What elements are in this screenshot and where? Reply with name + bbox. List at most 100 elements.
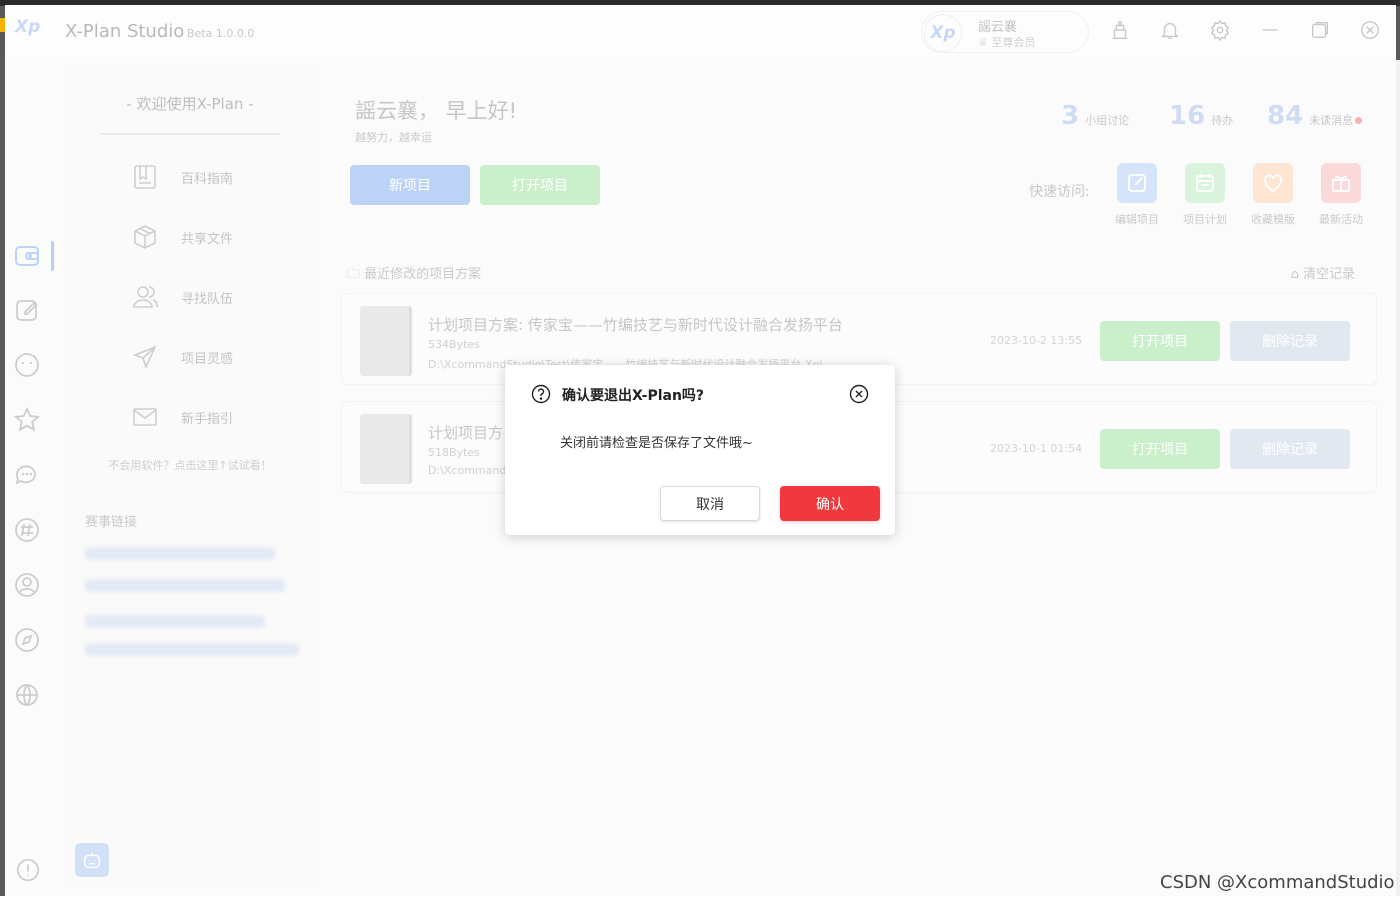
clear-records-label: 清空记录: [1302, 267, 1355, 282]
side-item-tutorial[interactable]: 新手指引: [131, 401, 291, 433]
stat-label: 未读消息: [1309, 114, 1354, 127]
project-size: 518Bytes: [428, 446, 480, 459]
side-welcome: - 欢迎使用X-Plan -: [126, 95, 254, 113]
open-project-button[interactable]: 打开项目: [480, 165, 600, 205]
app-logo: Xp: [15, 17, 41, 37]
maximize-icon[interactable]: [1307, 17, 1333, 43]
delete-record-button[interactable]: 删除记录: [1230, 321, 1350, 361]
project-date: 2023-10-2 13:55: [990, 334, 1083, 347]
open-project-button[interactable]: 打开项目: [1100, 321, 1220, 361]
blurred-link[interactable]: [85, 643, 299, 656]
book-icon: [134, 165, 156, 189]
edit-icon[interactable]: [12, 295, 42, 325]
exit-confirm-dialog: 确认要退出X-Plan吗? 关闭前请检查是否保存了文件哦~ 取消 确认: [505, 365, 895, 535]
rail-active-indicator: [51, 241, 54, 271]
title-bar: Xp X-Plan Studio Beta 1.0.0.0 Xp 謡云襄 ♕ 至…: [5, 5, 1396, 57]
blurred-link[interactable]: [85, 547, 275, 560]
project-title: 计划项目方案: 传家宝——竹编技艺与新时代设计融合发扬平台: [428, 316, 843, 334]
header-card: 謡云襄， 早上好! 越努力，越幸运 新项目 打开项目 3 小组讨论 16 待办 84…: [327, 65, 1393, 235]
folder-icon: 🗀: [347, 267, 361, 282]
hashtag-icon[interactable]: [12, 515, 42, 545]
file-thumbnail: [360, 306, 412, 376]
stat-number: 3: [1061, 101, 1080, 131]
user-profile-chip[interactable]: Xp 謡云襄 ♕ 至尊会员: [921, 11, 1089, 53]
stat-label: 待办: [1211, 114, 1234, 127]
side-item-label: 寻找队伍: [181, 292, 234, 307]
page-title: 謡云襄， 早上好!: [355, 99, 518, 123]
compass-icon[interactable]: [12, 625, 42, 655]
app-version: Beta 1.0.0.0: [187, 27, 255, 40]
side-item-team[interactable]: 寻找队伍: [131, 281, 291, 313]
user-role: ♕ 至尊会员: [978, 34, 1035, 50]
user-role-label: 至尊会员: [991, 36, 1036, 49]
file-thumbnail: [360, 414, 412, 484]
desktop-fragment-bottom: [0, 896, 1400, 900]
wallet-icon[interactable]: [12, 241, 42, 271]
unread-dot: [1355, 117, 1363, 124]
dialog-message: 关闭前请检查是否保存了文件哦~: [560, 436, 753, 451]
watermark: CSDN @XcommandStudio: [1160, 872, 1395, 893]
confirm-button[interactable]: 确认: [780, 486, 880, 521]
quick-access-label: 快速访问:: [1029, 184, 1090, 200]
blurred-link[interactable]: [85, 615, 265, 628]
side-item-guide[interactable]: 百科指南: [131, 161, 291, 193]
bell-icon[interactable]: [1157, 17, 1183, 43]
cancel-button[interactable]: 取消: [660, 486, 760, 521]
calendar-icon: [1185, 163, 1225, 203]
stat-number: 16: [1169, 101, 1206, 131]
quick-latest-events[interactable]: 最新活动: [1311, 163, 1371, 227]
side-item-label: 项目灵感: [181, 352, 234, 367]
project-size: 534Bytes: [428, 338, 480, 351]
avatar: Xp: [924, 14, 962, 52]
side-item-label: 百科指南: [181, 172, 234, 187]
robot-icon[interactable]: [75, 843, 109, 877]
side-item-inspiration[interactable]: 项目灵感: [131, 341, 291, 373]
quick-project-plan[interactable]: 项目计划: [1175, 163, 1235, 227]
send-icon: [132, 345, 157, 370]
blurred-link[interactable]: [85, 579, 285, 592]
project-title: 计划项目方: [428, 424, 504, 442]
globe-icon[interactable]: [12, 680, 42, 710]
close-window-icon[interactable]: [1357, 17, 1383, 43]
user-icon[interactable]: [12, 570, 42, 600]
quick-edit-project[interactable]: 编辑项目: [1107, 163, 1167, 227]
quick-favorite-templates[interactable]: 收藏模版: [1243, 163, 1303, 227]
gear-icon[interactable]: [1207, 17, 1233, 43]
project-path: D:\Xcommand: [428, 464, 507, 477]
minimize-icon[interactable]: [1257, 17, 1283, 43]
broom-icon: ⌂: [1290, 267, 1299, 282]
side-item-label: 新手指引: [181, 412, 234, 427]
motto: 越努力，越幸运: [355, 131, 432, 144]
question-icon: [531, 384, 551, 404]
side-item-share[interactable]: 共享文件: [131, 221, 291, 253]
stat-label: 小组讨论: [1085, 114, 1130, 127]
chat-icon[interactable]: [12, 460, 42, 490]
info-icon[interactable]: [15, 857, 41, 883]
clean-icon[interactable]: [1107, 17, 1133, 43]
close-icon[interactable]: [849, 384, 869, 404]
side-hint-link[interactable]: 不会用软件？点击这里↑试试看！: [65, 457, 315, 473]
team-icon: [133, 286, 158, 308]
clear-records-button[interactable]: ⌂ 清空记录: [1291, 263, 1355, 282]
quick-label: 收藏模版: [1251, 213, 1295, 226]
dialog-title: 确认要退出X-Plan吗?: [562, 388, 705, 404]
new-project-button[interactable]: 新项目: [350, 165, 470, 205]
stat-todo[interactable]: 16 待办: [1169, 101, 1233, 131]
smile-icon[interactable]: [12, 350, 42, 380]
edit-icon: [1117, 163, 1157, 203]
side-item-label: 共享文件: [181, 232, 234, 247]
stat-number: 84: [1267, 101, 1304, 131]
side-panel: - 欢迎使用X-Plan - 百科指南 共享文件 寻找队伍 项目灵感 新手指引 …: [65, 65, 315, 888]
user-name: 謡云襄: [978, 20, 1018, 35]
heart-icon: [1253, 163, 1293, 203]
app-title: X-Plan Studio: [65, 21, 185, 42]
crown-icon: ♕: [978, 36, 988, 49]
gift-icon: [1321, 163, 1361, 203]
stat-unread[interactable]: 84 未读消息: [1267, 101, 1363, 131]
project-date: 2023-10-1 01:54: [990, 442, 1083, 455]
open-project-button[interactable]: 打开项目: [1100, 429, 1220, 469]
quick-label: 编辑项目: [1115, 213, 1159, 226]
delete-record-button[interactable]: 删除记录: [1230, 429, 1350, 469]
star-icon[interactable]: [12, 405, 42, 435]
stat-discussions[interactable]: 3 小组讨论: [1061, 101, 1129, 131]
